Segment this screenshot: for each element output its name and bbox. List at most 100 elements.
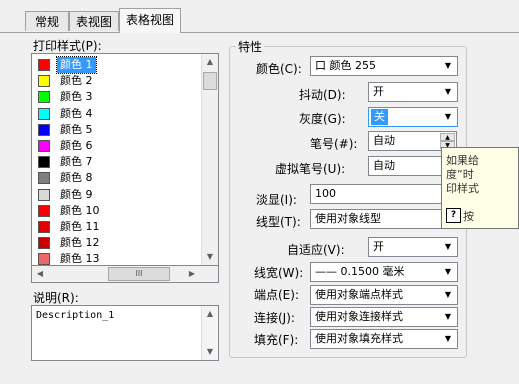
list-item[interactable]: 颜色 10	[35, 203, 195, 219]
dither-dropdown[interactable]: 开 ▼	[368, 82, 458, 102]
adaptive-dropdown[interactable]: 开 ▼	[368, 237, 458, 257]
lineweight-dropdown[interactable]: —— 0.1500 毫米 ▼	[310, 262, 458, 282]
chevron-down-icon: ▼	[444, 242, 452, 251]
chevron-down-icon: ▼	[444, 87, 452, 96]
adaptive-label: 自适应(V):	[287, 243, 345, 257]
join-value: 使用对象连接样式	[315, 310, 403, 323]
tab-general[interactable]: 常规	[25, 11, 69, 31]
list-item[interactable]: 颜色 8	[35, 170, 195, 186]
chevron-down-icon: ▼	[444, 267, 452, 276]
stepper-up-icon[interactable]: ▲	[440, 133, 455, 141]
list-item[interactable]: 颜色 5	[35, 122, 195, 138]
color-swatch-icon	[38, 221, 50, 233]
print-style-list[interactable]: 颜色 1 颜色 2 颜色 3 颜色 4 颜色 5 颜色 6 颜色 7 颜色 8 颜色 9 颜色 1…	[31, 53, 219, 266]
list-item[interactable]: 颜色 9	[35, 187, 195, 203]
tab-grid-view[interactable]: 表格视图	[119, 8, 181, 33]
screening-value: 100	[315, 187, 336, 200]
scroll-thumb[interactable]	[203, 72, 217, 90]
color-swatch-icon	[38, 140, 50, 152]
linetype-label: 线型(T):	[256, 215, 301, 229]
list-item[interactable]: 颜色 11	[35, 219, 195, 235]
dither-value: 开	[373, 85, 384, 98]
color-swatch-icon	[38, 253, 50, 265]
list-item-label: 颜色 2	[60, 74, 93, 88]
grayscale-value: 关	[371, 109, 388, 125]
color-label: 颜色(C):	[256, 62, 302, 76]
list-item[interactable]: 颜色 12	[35, 235, 195, 251]
list-item-label: 颜色 5	[60, 122, 93, 136]
pen-number-value: 自动	[373, 134, 395, 147]
color-swatch-icon	[38, 156, 50, 169]
scroll-right-arrow-icon[interactable]: ▶	[184, 266, 200, 282]
grayscale-label: 灰度(G):	[299, 112, 346, 126]
horizontal-scroll-thumb[interactable]: III	[108, 267, 170, 281]
description-textarea[interactable]: Description_1 ▲ ▼	[31, 305, 219, 361]
list-item-label: 颜色 13	[60, 252, 100, 266]
join-dropdown[interactable]: 使用对象连接样式 ▼	[310, 307, 458, 327]
linetype-dropdown[interactable]: 使用对象线型	[310, 209, 442, 229]
list-item-label: 颜色 9	[60, 187, 93, 201]
grayscale-dropdown[interactable]: 关 ▼	[368, 107, 458, 127]
list-item[interactable]: 颜色 4	[35, 106, 195, 122]
scroll-up-arrow-icon[interactable]: ▲	[202, 54, 218, 70]
color-swatch-icon	[38, 75, 50, 88]
list-item[interactable]: 颜色 1	[35, 56, 195, 74]
scroll-down-arrow-icon[interactable]: ▼	[202, 344, 218, 360]
dither-label: 抖动(D):	[299, 88, 346, 102]
tab-bar: 常规 表视图 表格视图	[0, 0, 519, 33]
endcap-label: 端点(E):	[254, 288, 299, 302]
help-icon[interactable]: ?	[446, 208, 461, 223]
tooltip-help-text[interactable]: 按	[463, 208, 474, 224]
scroll-up-arrow-icon[interactable]: ▲	[202, 306, 218, 322]
print-style-label: 打印样式(P):	[33, 39, 102, 53]
chevron-down-icon: ▼	[444, 290, 452, 299]
lineweight-value: —— 0.1500 毫米	[315, 265, 405, 278]
tooltip-line: 印样式	[446, 182, 479, 195]
color-swatch-icon	[38, 204, 50, 217]
tab-table-view[interactable]: 表视图	[69, 11, 119, 31]
endcap-value: 使用对象端点样式	[315, 288, 403, 301]
scroll-down-arrow-icon[interactable]: ▼	[202, 249, 218, 265]
endcap-dropdown[interactable]: 使用对象端点样式 ▼	[310, 285, 458, 305]
list-item[interactable]: 颜色 2	[35, 73, 195, 89]
list-item-label: 颜色 1	[56, 56, 97, 74]
screening-label: 淡显(I):	[256, 193, 297, 207]
fill-value: 使用对象填充样式	[315, 332, 403, 345]
color-swatch-icon	[38, 123, 50, 136]
description-label: 说明(R):	[33, 291, 79, 305]
list-item-label: 颜色 8	[60, 171, 93, 185]
linetype-value: 使用对象线型	[315, 212, 381, 225]
chevron-down-icon: ▼	[444, 112, 452, 121]
color-swatch-icon	[38, 91, 50, 104]
virtual-pen-value: 自动	[373, 159, 395, 172]
pen-number-label: 笔号(#):	[310, 137, 358, 151]
list-item[interactable]: 颜色 6	[35, 138, 195, 154]
virtual-pen-spinner[interactable]: 自动	[368, 156, 448, 176]
properties-group-title: 特性	[236, 38, 265, 55]
fill-dropdown[interactable]: 使用对象填充样式 ▼	[310, 329, 458, 349]
help-tooltip: 如果给 度”时 印样式 ? 按	[441, 147, 519, 229]
description-text: Description_1	[36, 310, 115, 321]
list-horizontal-scrollbar[interactable]: ◀ III ▶	[31, 266, 219, 283]
color-value: 口 颜色 255	[315, 59, 376, 72]
scroll-left-arrow-icon[interactable]: ◀	[32, 266, 48, 282]
list-item-label: 颜色 4	[60, 106, 93, 120]
adaptive-value: 开	[373, 240, 384, 253]
screening-input[interactable]: 100	[310, 184, 442, 204]
virtual-pen-label: 虚拟笔号(U):	[275, 162, 346, 176]
chevron-down-icon: ▼	[444, 334, 452, 343]
fill-label: 填充(F):	[254, 333, 299, 347]
list-item[interactable]: 颜色 3	[35, 89, 195, 105]
chevron-down-icon: ▼	[444, 312, 452, 321]
color-swatch-icon	[38, 59, 50, 71]
description-scrollbar[interactable]: ▲ ▼	[201, 306, 218, 360]
list-vertical-scrollbar[interactable]: ▲ ▼	[201, 54, 218, 265]
list-item[interactable]: 颜色 7	[35, 154, 195, 170]
color-dropdown[interactable]: 口 颜色 255 ▼	[310, 56, 458, 76]
list-item-label: 颜色 12	[60, 236, 100, 250]
list-item-label: 颜色 6	[60, 139, 93, 152]
color-swatch-icon	[38, 107, 50, 120]
tab-divider	[0, 32, 119, 33]
list-item[interactable]: 颜色 13	[35, 251, 195, 266]
tab-divider	[181, 32, 519, 33]
